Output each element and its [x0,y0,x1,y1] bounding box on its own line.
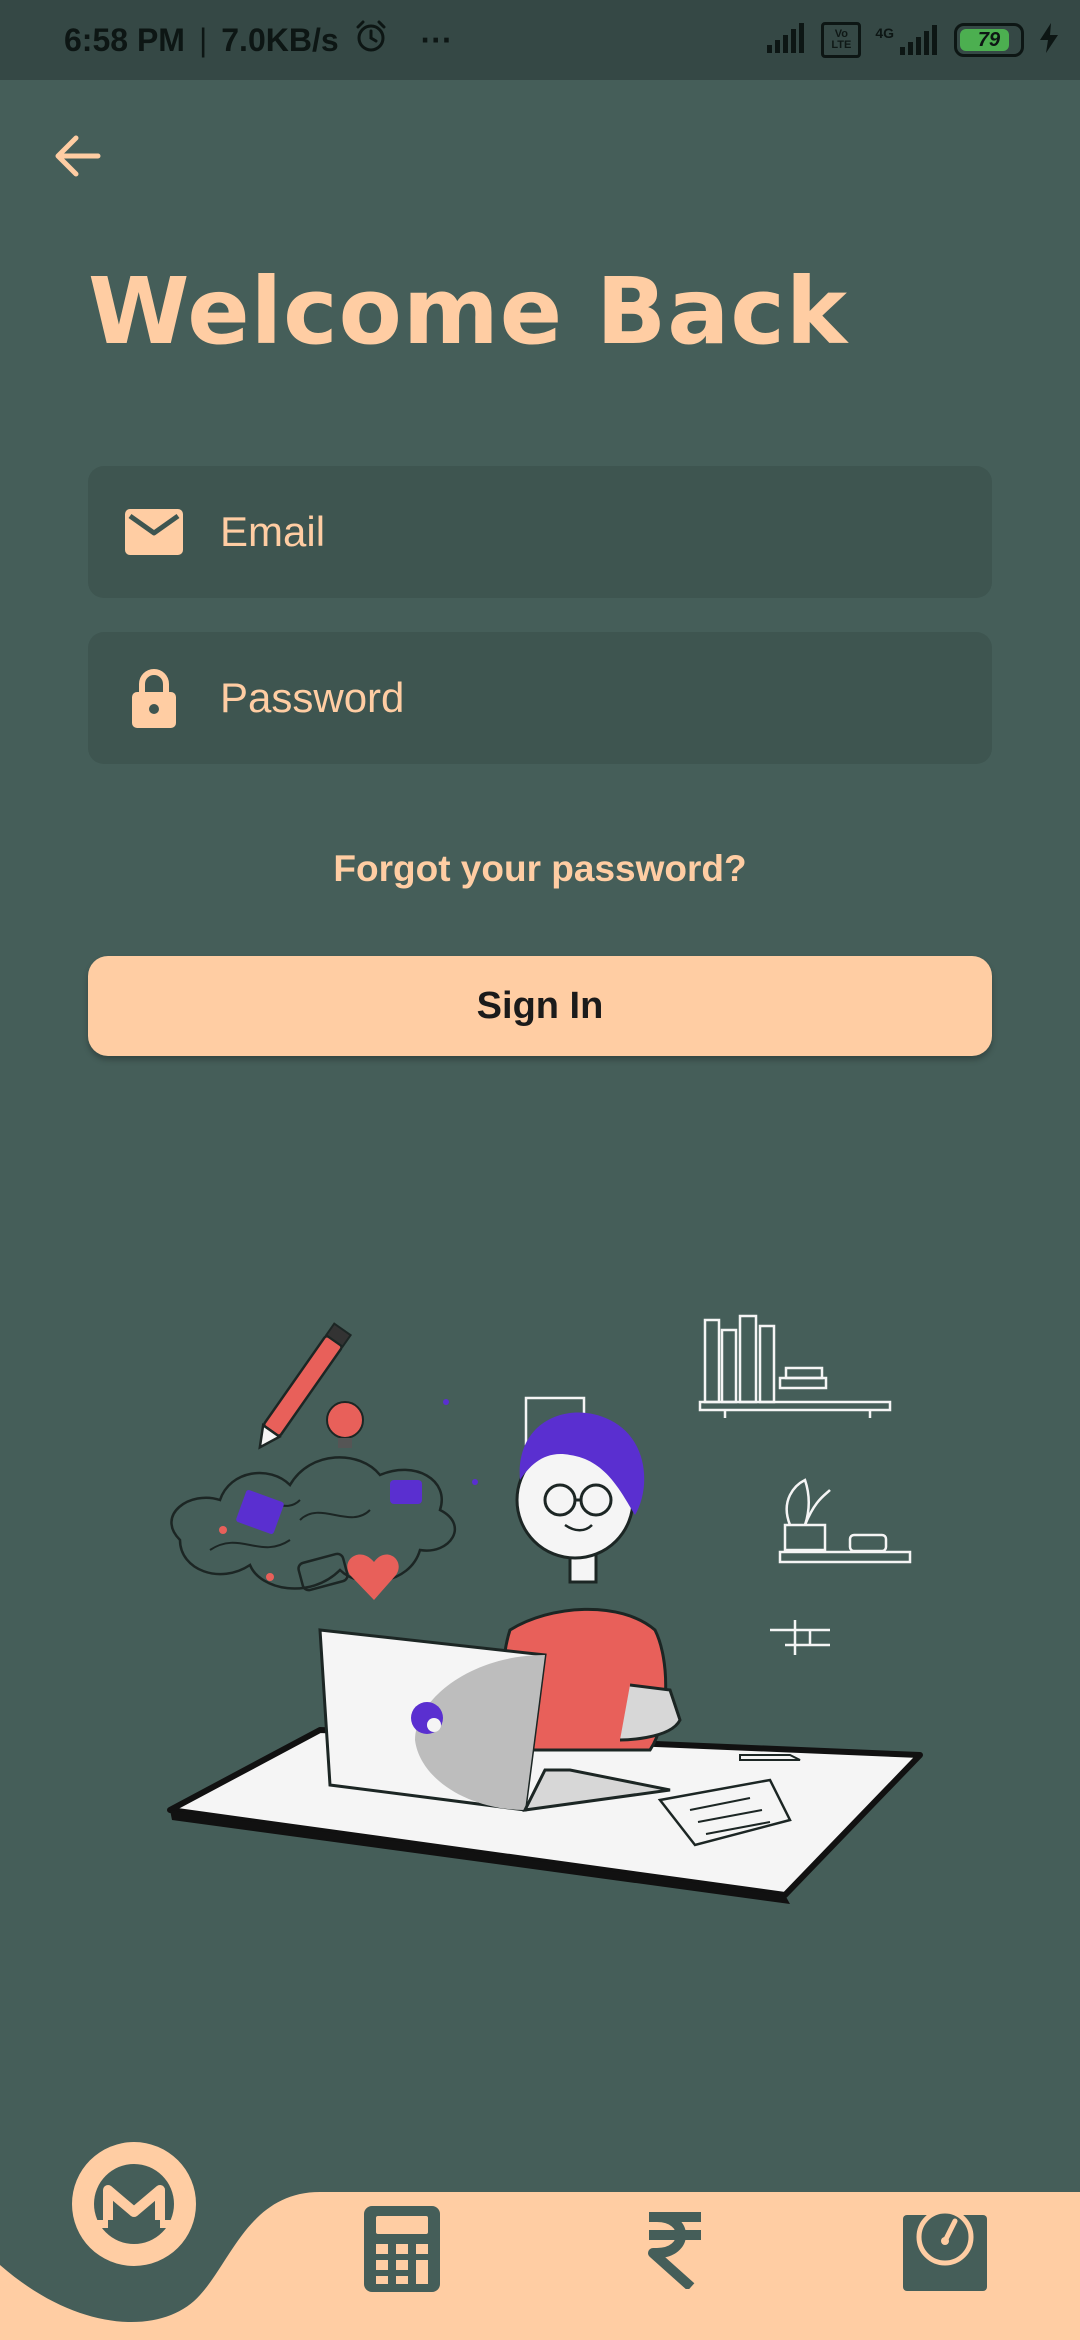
network-4g-icon: 4G [875,25,940,55]
network-label: 4G [875,25,894,41]
nav-monero-button[interactable] [72,2141,196,2271]
forgot-password-link[interactable]: Forgot your password? [0,848,1080,890]
volte-icon: Vo LTE [821,22,862,58]
signal-icon [765,22,807,58]
nav-calculator-button[interactable] [364,2205,440,2297]
workspace-illustration [150,1300,930,1910]
status-right: Vo LTE 4G 79 [765,0,1060,80]
mail-icon [124,502,184,562]
gauge-icon [903,2207,987,2296]
password-input[interactable] [218,673,922,723]
email-input[interactable] [218,507,922,557]
status-time: 6:58 PM [64,21,185,58]
status-speed: 7.0KB/s [221,21,339,58]
arrow-left-icon [52,130,104,187]
nav-gauge-button[interactable] [902,2206,988,2296]
battery-level: 79 [977,28,1001,51]
sign-in-button[interactable]: Sign In [88,956,992,1056]
rupee-icon [643,2209,705,2294]
nav-rupee-button[interactable] [636,2206,712,2296]
back-button[interactable] [48,128,108,188]
status-bar: 6:58 PM | 7.0KB/s ··· Vo LTE 4G 79 [0,0,1080,80]
password-field-container[interactable] [88,632,992,764]
alarm-icon [353,18,389,62]
bottom-navigation [0,2141,1080,2340]
more-notifications-icon: ··· [420,21,453,58]
lock-icon [124,668,184,728]
charging-icon [1038,22,1060,58]
calculator-icon [364,2205,440,2297]
page-title: Welcome Back [88,258,849,365]
status-left: 6:58 PM | 7.0KB/s ··· [64,0,453,80]
volte-label: Vo LTE [831,28,852,51]
status-separator: | [198,21,208,58]
battery-icon: 79 [954,23,1024,57]
email-field-container[interactable] [88,466,992,598]
monero-icon [72,2141,196,2271]
